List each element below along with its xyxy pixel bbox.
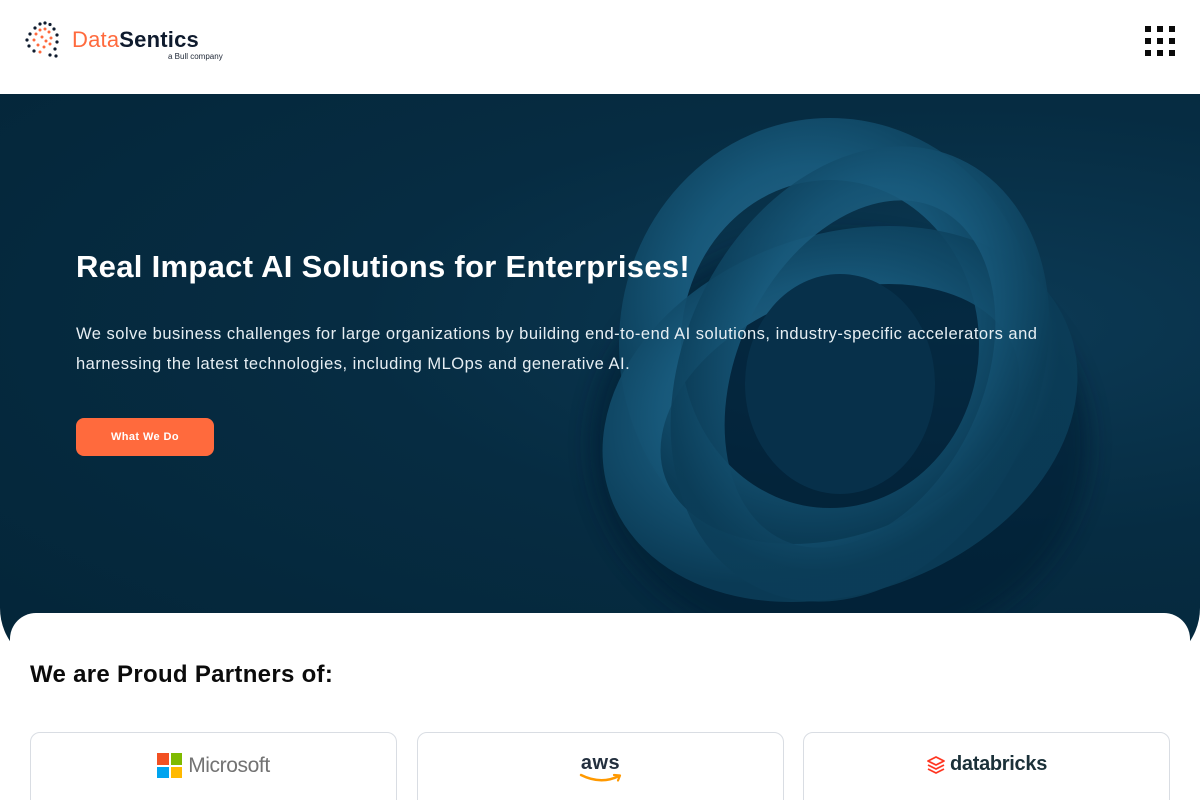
microsoft-logo: Microsoft xyxy=(157,753,270,778)
hero-description: We solve business challenges for large o… xyxy=(76,325,1038,373)
partners-section: We are Proud Partners of: Microsoft aws xyxy=(10,613,1190,800)
torus-ring-graphic xyxy=(590,118,1090,654)
partner-name-microsoft: Microsoft xyxy=(188,753,270,777)
microsoft-logo-icon xyxy=(157,753,183,778)
logo-wordmark-data: Data xyxy=(72,27,120,52)
partner-card-databricks[interactable]: databricks xyxy=(803,732,1170,800)
logo-wordmark-sentics: Sentics xyxy=(119,27,199,52)
datasentics-logo[interactable]: DataSentics a Bull company xyxy=(24,20,234,64)
hero-section: Real Impact AI Solutions for Enterprises… xyxy=(0,94,1200,668)
what-we-do-button[interactable]: What We Do xyxy=(76,418,214,456)
partners-title: We are Proud Partners of: xyxy=(30,661,334,688)
hero-title: Real Impact AI Solutions for Enterprises… xyxy=(76,249,691,284)
databricks-logo-icon xyxy=(927,755,945,774)
partner-name-databricks: databricks xyxy=(949,753,1048,775)
aws-logo: aws xyxy=(579,753,623,783)
site-header: DataSentics a Bull company xyxy=(0,0,1200,94)
datasentics-logo-mark-icon xyxy=(25,21,59,58)
logo-wordmark: DataSentics xyxy=(72,27,199,53)
databricks-logo: databricks xyxy=(926,753,1047,776)
partner-card-microsoft[interactable]: Microsoft xyxy=(30,732,397,800)
partner-card-aws[interactable]: aws xyxy=(417,732,784,800)
partner-name-aws: aws xyxy=(580,752,621,774)
logo-tagline: a Bull company xyxy=(168,52,223,61)
aws-logo-icon xyxy=(579,773,621,782)
grid-menu-icon[interactable] xyxy=(1143,24,1177,58)
